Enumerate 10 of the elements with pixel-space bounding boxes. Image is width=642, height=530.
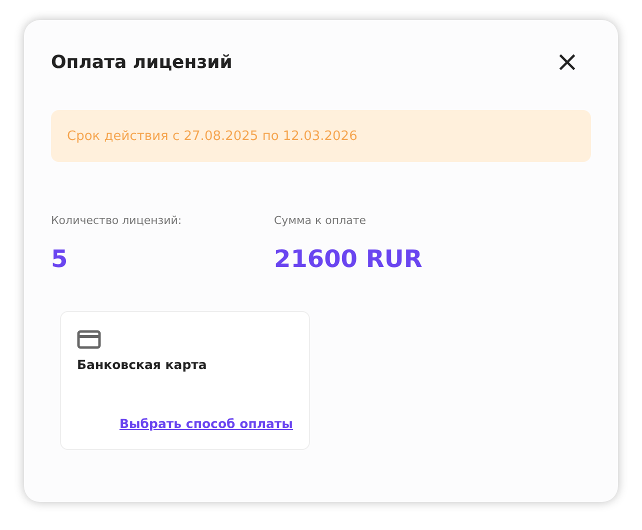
dialog-title: Оплата лицензий [51, 52, 232, 72]
summary-value: 21600 RUR [274, 245, 424, 273]
validity-text: Срок действия с 27.08.2025 по 12.03.2026 [67, 128, 358, 144]
summary-value: 5 [51, 245, 69, 273]
payment-method-title: Банковская карта [77, 357, 208, 372]
credit-card-icon [77, 330, 101, 349]
summary-label: Количество лицензий: [51, 214, 183, 227]
summary-label: Сумма к оплате [274, 214, 368, 227]
choose-payment-link[interactable]: Выбрать способ оплаты [119, 416, 293, 431]
close-button[interactable]: × [556, 50, 579, 74]
